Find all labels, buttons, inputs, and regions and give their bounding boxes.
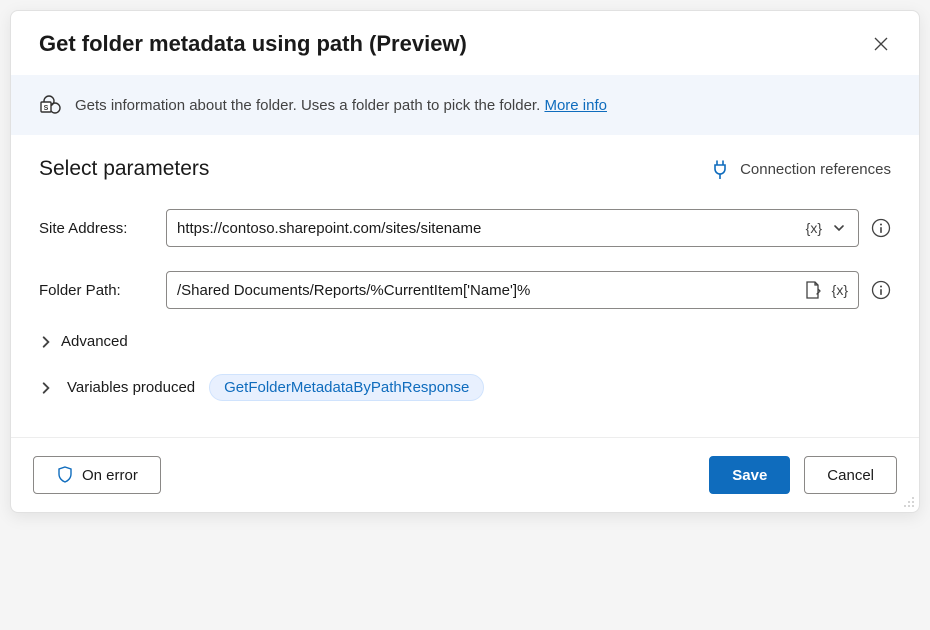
advanced-expander[interactable]: Advanced — [39, 333, 891, 350]
site-address-input[interactable] — [177, 220, 802, 237]
info-banner: S Gets information about the folder. Use… — [11, 75, 919, 135]
site-address-input-wrapper[interactable]: {x} — [166, 209, 859, 247]
chevron-right-icon — [39, 381, 53, 395]
info-text: Gets information about the folder. Uses … — [75, 97, 607, 114]
connection-references-label: Connection references — [740, 161, 891, 178]
dialog: Get folder metadata using path (Preview)… — [10, 10, 920, 513]
file-picker-button[interactable] — [798, 280, 828, 300]
section-title: Select parameters — [39, 157, 209, 181]
site-address-label: Site Address: — [39, 220, 154, 237]
cancel-label: Cancel — [827, 467, 874, 484]
close-button[interactable] — [871, 34, 891, 54]
save-label: Save — [732, 467, 767, 484]
connection-references-button[interactable]: Connection references — [710, 159, 891, 179]
resize-handle-icon[interactable] — [902, 495, 916, 509]
info-icon[interactable] — [871, 218, 891, 238]
variables-produced-expander[interactable]: Variables produced GetFolderMetadataByPa… — [39, 374, 891, 401]
file-picker-icon — [804, 280, 822, 300]
info-icon[interactable] — [871, 280, 891, 300]
chevron-right-icon — [39, 335, 53, 349]
shield-icon — [56, 466, 74, 484]
folder-path-label: Folder Path: — [39, 282, 154, 299]
section-header: Select parameters Connection references — [39, 157, 891, 181]
chevron-down-icon — [832, 221, 846, 235]
variable-insert-button[interactable]: {x} — [802, 220, 826, 236]
variables-produced-label: Variables produced — [67, 379, 195, 396]
variable-insert-button[interactable]: {x} — [828, 282, 852, 298]
on-error-button[interactable]: On error — [33, 456, 161, 494]
svg-text:S: S — [44, 105, 49, 112]
dropdown-button[interactable] — [826, 221, 852, 235]
save-button[interactable]: Save — [709, 456, 790, 494]
footer-right: Save Cancel — [709, 456, 897, 494]
folder-path-input-wrapper[interactable]: {x} — [166, 271, 859, 309]
advanced-label: Advanced — [61, 333, 128, 350]
dialog-header: Get folder metadata using path (Preview) — [11, 11, 919, 75]
dialog-footer: On error Save Cancel — [11, 437, 919, 512]
folder-path-input[interactable] — [177, 282, 798, 299]
close-icon — [873, 36, 889, 52]
site-address-row: Site Address: {x} — [39, 209, 891, 247]
folder-path-row: Folder Path: {x} — [39, 271, 891, 309]
plug-icon — [710, 159, 730, 179]
on-error-label: On error — [82, 467, 138, 484]
info-description: Gets information about the folder. Uses … — [75, 97, 544, 114]
more-info-link[interactable]: More info — [544, 97, 607, 114]
dialog-content: Select parameters Connection references … — [11, 135, 919, 437]
cancel-button[interactable]: Cancel — [804, 456, 897, 494]
dialog-title: Get folder metadata using path (Preview) — [39, 31, 467, 57]
variable-pill[interactable]: GetFolderMetadataByPathResponse — [209, 374, 484, 401]
sharepoint-icon: S — [39, 93, 63, 117]
